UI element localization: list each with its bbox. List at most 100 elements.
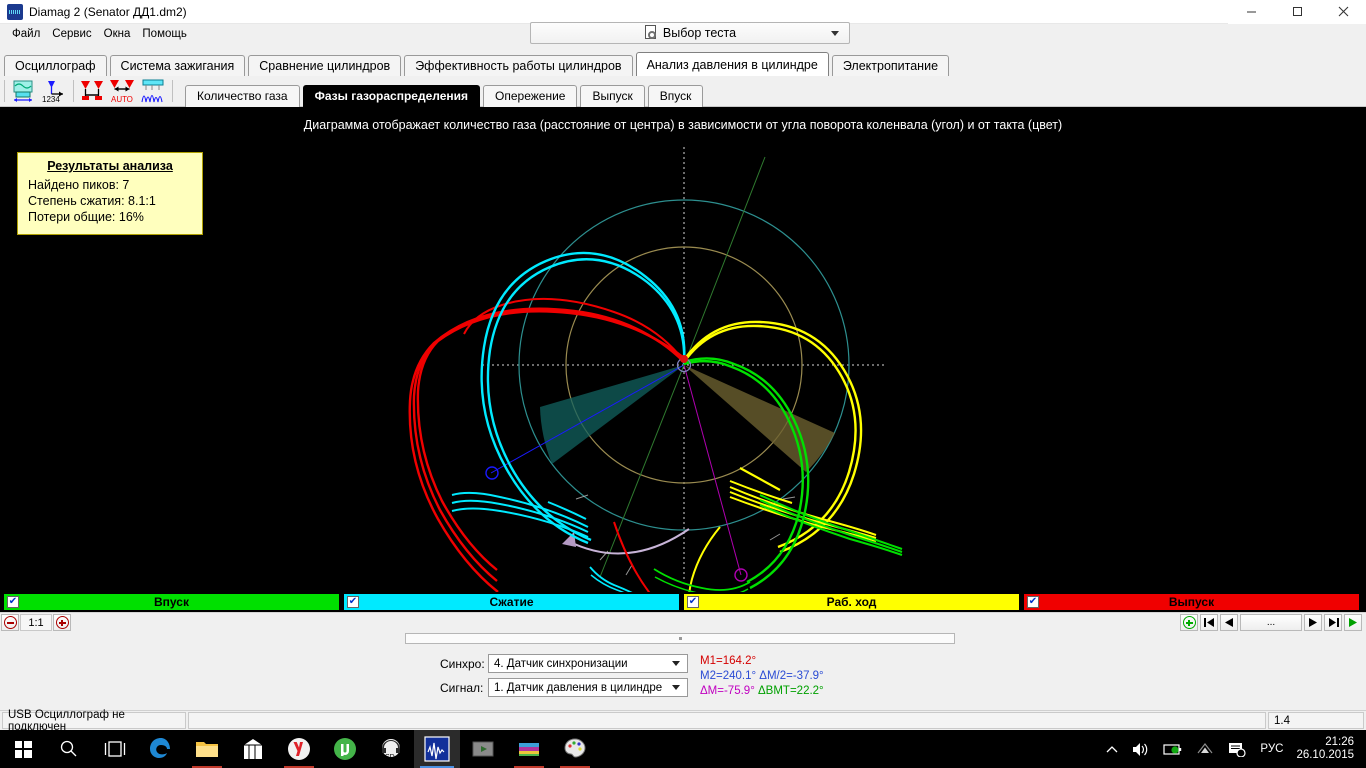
previous-record-button[interactable]	[1220, 614, 1238, 631]
test-select-bar	[0, 44, 1366, 52]
subtab-intake[interactable]: Впуск	[647, 84, 704, 107]
status-bar: USB Осциллограф не подключен 1.4	[0, 709, 1366, 733]
add-record-button[interactable]	[1180, 614, 1198, 631]
tab-cylinder-pressure-analysis[interactable]: Анализ давления в цилиндре	[635, 52, 829, 76]
results-losses: Потери общие: 16%	[28, 210, 144, 224]
tab-label: Эффективность работы цилиндров	[415, 59, 622, 73]
legend-checkbox[interactable]: ✔	[347, 596, 359, 608]
play-button[interactable]	[1344, 614, 1362, 631]
subtab-label: Выпуск	[592, 89, 633, 103]
title-bar: Diamag 2 (Senator ДД1.dm2)	[0, 0, 1366, 24]
paint-icon[interactable]	[552, 730, 598, 768]
window-buttons	[1228, 0, 1366, 24]
zoom-out-button[interactable]	[1, 614, 19, 631]
subtab-label: Количество газа	[197, 89, 288, 103]
auto-markers-icon[interactable]: АUТО	[108, 78, 138, 104]
minimize-button[interactable]	[1228, 0, 1274, 24]
legend-item-compression[interactable]: ✔ Сжатие	[343, 593, 680, 611]
action-center-icon[interactable]	[1221, 742, 1253, 757]
waveform-app-icon	[7, 3, 23, 20]
markers-pair-icon[interactable]	[78, 78, 108, 104]
chevron-down-icon	[831, 30, 839, 36]
file-explorer-icon[interactable]	[184, 730, 230, 768]
legend-item-exhaust[interactable]: ✔ Выпуск	[1023, 593, 1360, 611]
clock-date: 26.10.2015	[1296, 749, 1354, 761]
diamag-app-icon[interactable]	[414, 730, 460, 768]
scroll-grip-dot	[678, 637, 682, 640]
headphones-app-icon[interactable]: SD	[368, 730, 414, 768]
chevron-up-icon[interactable]	[1099, 745, 1125, 754]
battery-icon[interactable]	[1156, 742, 1189, 756]
polar-diagram-canvas[interactable]: Диаграмма отображает количество газа (ра…	[0, 107, 1366, 592]
chevron-down-icon	[672, 661, 680, 666]
toolbar-divider	[172, 80, 173, 102]
menu-item-file[interactable]: Файл	[6, 26, 46, 42]
edge-browser-icon[interactable]	[138, 730, 184, 768]
zoom-out-icon	[3, 616, 17, 629]
legend-item-intake[interactable]: ✔ Впуск	[3, 593, 340, 611]
close-button[interactable]	[1320, 0, 1366, 24]
tab-label: Электропитание	[842, 59, 939, 73]
subtab-exhaust[interactable]: Выпуск	[580, 84, 645, 107]
sync-label: Синхро:	[440, 656, 485, 671]
tab-oscilloscope[interactable]: Осциллограф	[4, 55, 107, 76]
test-select-button[interactable]: Выбор теста	[530, 22, 850, 44]
cylinder-pressure-icon[interactable]	[9, 78, 39, 104]
results-peaks: Найдено пиков: 7	[28, 178, 130, 192]
subtab-valve-timing[interactable]: Фазы газораспределения	[302, 84, 481, 107]
sync-select[interactable]: 4. Датчик синхронизации	[488, 654, 688, 673]
polar-diagram-svg	[408, 147, 903, 592]
maximize-button[interactable]	[1274, 0, 1320, 24]
media-player-icon[interactable]	[460, 730, 506, 768]
legend-item-power-stroke[interactable]: ✔ Раб. ход	[683, 593, 1020, 611]
more-records-button[interactable]: ...	[1240, 614, 1302, 631]
utorrent-icon[interactable]	[322, 730, 368, 768]
horizontal-scrollbar[interactable]	[405, 633, 955, 644]
svg-text:АUТО: АUТО	[111, 95, 133, 104]
microsoft-store-icon[interactable]	[230, 730, 276, 768]
clock[interactable]: 21:26 26.10.2015	[1290, 736, 1362, 762]
subtab-label: Впуск	[659, 89, 692, 103]
task-view-icon[interactable]	[92, 730, 138, 768]
winrar-icon[interactable]	[506, 730, 552, 768]
document-gear-icon	[644, 25, 658, 41]
legend-checkbox[interactable]: ✔	[1027, 596, 1039, 608]
yandex-browser-icon[interactable]	[276, 730, 322, 768]
first-record-button[interactable]	[1200, 614, 1218, 631]
subtab-gas-quantity[interactable]: Количество газа	[185, 84, 300, 107]
measurement-readout: M1=164.2° M2=240.1° ΔM/2=-37.9° ΔM=-75.9…	[700, 654, 828, 702]
sub-toolbar: 1234 АUТО Количество газа Фазы газораспр…	[0, 76, 1366, 107]
language-indicator[interactable]: РУС	[1253, 743, 1290, 755]
legend-checkbox[interactable]: ✔	[7, 596, 19, 608]
next-record-button[interactable]	[1304, 614, 1322, 631]
last-record-button[interactable]	[1324, 614, 1342, 631]
subtab-advance[interactable]: Опережение	[483, 84, 578, 107]
tab-cylinder-comparison[interactable]: Сравнение цилиндров	[248, 55, 402, 76]
zoom-in-button[interactable]	[53, 614, 71, 631]
volume-icon[interactable]	[1125, 742, 1156, 757]
tab-ignition-system[interactable]: Система зажигания	[109, 55, 246, 76]
test-select-label: Выбор теста	[662, 26, 737, 40]
search-icon[interactable]	[46, 730, 92, 768]
legend-label: Сжатие	[489, 595, 534, 609]
measure-dm: ΔM=-75.9°	[700, 685, 755, 697]
add-icon	[1182, 616, 1196, 629]
signal-select-row: Сигнал: 1. Датчик давления в цилиндре	[440, 678, 688, 697]
signal-select[interactable]: 1. Датчик давления в цилиндре	[488, 678, 688, 697]
signal-label: Сигнал:	[440, 680, 484, 695]
tab-power-supply[interactable]: Электропитание	[831, 55, 950, 76]
svg-text:SD: SD	[385, 754, 395, 761]
application-window: Diamag 2 (Senator ДД1.dm2) Файл Сервис О…	[0, 0, 1366, 768]
legend-checkbox[interactable]: ✔	[687, 596, 699, 608]
menu-item-help[interactable]: Помощь	[136, 26, 192, 42]
tab-cylinder-efficiency[interactable]: Эффективность работы цилиндров	[404, 55, 633, 76]
channel-1234-icon[interactable]: 1234	[39, 78, 69, 104]
wifi-icon[interactable]	[1189, 742, 1221, 756]
channel-selectors: Синхро: 4. Датчик синхронизации Сигнал: …	[440, 654, 688, 702]
start-windows-icon[interactable]	[0, 730, 46, 768]
stroke-legend-bar: ✔ Впуск ✔ Сжатие ✔ Раб. ход ✔ Выпуск	[0, 592, 1366, 612]
window-title: Diamag 2 (Senator ДД1.dm2)	[29, 4, 187, 19]
menu-item-service[interactable]: Сервис	[46, 26, 97, 42]
waveform-peaks-icon[interactable]	[138, 78, 168, 104]
menu-item-windows[interactable]: Окна	[98, 26, 137, 42]
